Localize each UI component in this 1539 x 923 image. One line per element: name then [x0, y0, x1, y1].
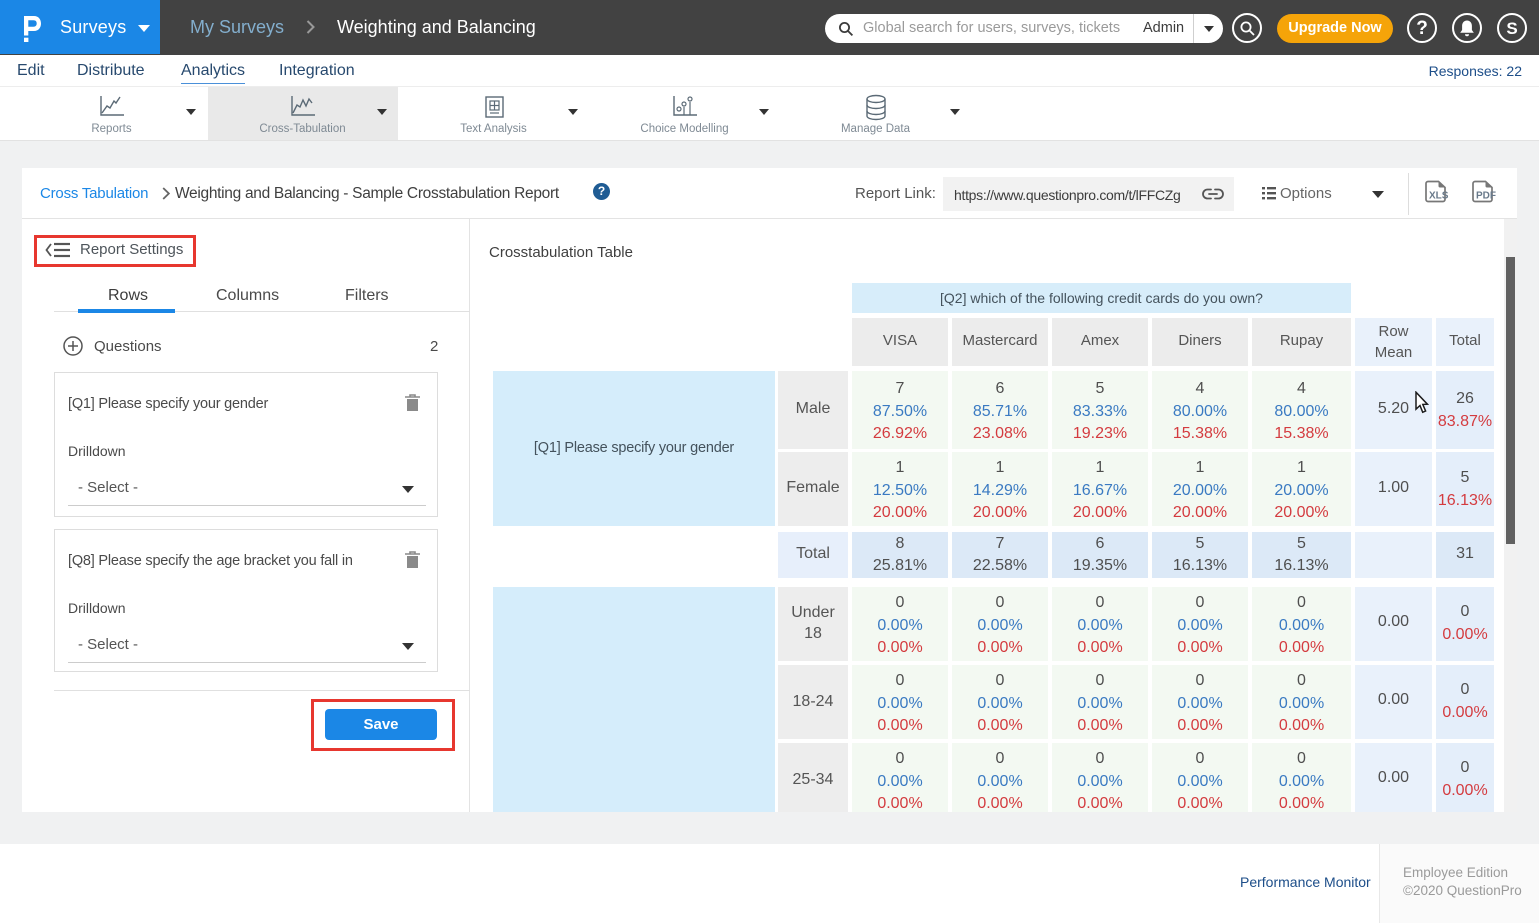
- svg-text:XLS: XLS: [1429, 191, 1449, 202]
- svg-text:PDF: PDF: [1476, 191, 1496, 202]
